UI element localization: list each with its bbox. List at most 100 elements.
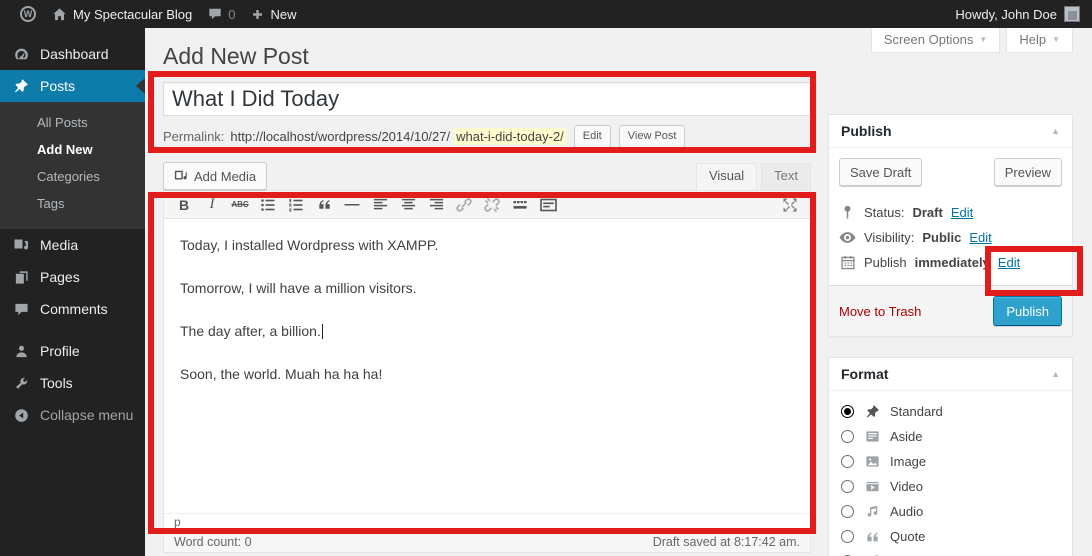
more-tag-icon[interactable] (506, 193, 534, 217)
howdy-account-link[interactable]: Howdy, John Doe (955, 7, 1057, 22)
view-post-button[interactable]: View Post (619, 125, 686, 148)
format-option-label: Image (890, 454, 926, 469)
sidebar-item-label: Tools (40, 375, 73, 391)
sidebar-item-label: Profile (40, 343, 80, 359)
radio-unchecked[interactable] (841, 505, 854, 518)
collapse-toggle-icon[interactable]: ▲ (1051, 369, 1060, 379)
add-media-icon (174, 169, 188, 183)
numbered-list-icon[interactable] (282, 193, 310, 217)
screen-options-label: Screen Options (884, 32, 974, 47)
align-right-icon[interactable] (422, 193, 450, 217)
radio-unchecked[interactable] (841, 530, 854, 543)
format-box-title: Format (841, 366, 888, 382)
format-option-image[interactable]: Image (841, 449, 1060, 474)
chevron-down-icon: ▼ (979, 35, 987, 44)
wordpress-logo-icon: W (20, 6, 36, 22)
add-media-button[interactable]: Add Media (163, 162, 267, 190)
editor-paragraph: Soon, the world. Muah ha ha ha! (180, 366, 794, 382)
save-draft-button[interactable]: Save Draft (839, 158, 922, 186)
horizontal-rule-icon[interactable]: — (338, 193, 366, 217)
avatar[interactable] (1064, 6, 1080, 22)
help-button[interactable]: Help ▼ (1006, 28, 1073, 53)
add-media-label: Add Media (194, 169, 256, 184)
collapse-menu-label: Collapse menu (40, 407, 133, 423)
submenu-item-all-posts[interactable]: All Posts (0, 109, 145, 136)
format-option-label: Aside (890, 429, 923, 444)
bold-icon[interactable]: B (170, 193, 198, 217)
sidebar-item-label: Posts (40, 78, 75, 94)
align-left-icon[interactable] (366, 193, 394, 217)
publish-box-header[interactable]: Publish ▲ (829, 115, 1072, 148)
blockquote-icon[interactable] (310, 193, 338, 217)
format-option-video[interactable]: Video (841, 474, 1060, 499)
schedule-label: Publish (864, 255, 907, 270)
format-option-standard[interactable]: Standard (841, 399, 1060, 424)
screen-options-button[interactable]: Screen Options ▼ (871, 28, 1001, 53)
format-option-label: Quote (890, 529, 925, 544)
move-to-trash-link[interactable]: Move to Trash (839, 304, 921, 319)
sidebar-item-profile[interactable]: Profile (0, 335, 145, 367)
wordpress-menu-button[interactable]: W (12, 0, 44, 28)
preview-button[interactable]: Preview (994, 158, 1062, 186)
publish-button[interactable]: Publish (993, 296, 1062, 326)
distraction-free-icon[interactable] (776, 193, 804, 217)
radio-unchecked[interactable] (841, 430, 854, 443)
bulleted-list-icon[interactable] (254, 193, 282, 217)
submenu-item-add-new[interactable]: Add New (0, 136, 145, 163)
strikethrough-icon[interactable]: ABC (226, 193, 254, 217)
collapse-menu-button[interactable]: Collapse menu (0, 399, 145, 431)
link-icon[interactable] (450, 193, 478, 217)
format-option-link[interactable]: Link (841, 549, 1060, 556)
collapse-toggle-icon[interactable]: ▲ (1051, 126, 1060, 136)
sidebar-item-pages[interactable]: Pages (0, 261, 145, 293)
eye-icon (839, 231, 856, 244)
sidebar-item-tools[interactable]: Tools (0, 367, 145, 399)
sidebar-item-dashboard[interactable]: Dashboard (0, 38, 145, 70)
comments-admin-button[interactable]: 0 (200, 0, 243, 28)
word-count-value: 0 (245, 535, 252, 549)
status-label: Status: (864, 205, 904, 220)
sidebar-item-label: Dashboard (40, 46, 109, 62)
sidebar-item-media[interactable]: Media (0, 229, 145, 261)
edit-schedule-link[interactable]: Edit (998, 255, 1020, 270)
format-option-aside[interactable]: Aside (841, 424, 1060, 449)
tab-text[interactable]: Text (761, 163, 811, 190)
toolbar-toggle-icon[interactable] (534, 193, 562, 217)
edit-permalink-button[interactable]: Edit (574, 125, 611, 148)
submenu-item-tags[interactable]: Tags (0, 190, 145, 217)
format-box-header[interactable]: Format ▲ (829, 358, 1072, 391)
sidebar-item-posts[interactable]: Posts (0, 70, 145, 102)
submenu-item-categories[interactable]: Categories (0, 163, 145, 190)
align-center-icon[interactable] (394, 193, 422, 217)
permalink-slug: what-i-did-today-2/ (454, 128, 566, 145)
editor-paragraph: Tomorrow, I will have a million visitors… (180, 280, 794, 296)
sidebar-item-comments[interactable]: Comments (0, 293, 145, 325)
aside-icon (863, 429, 881, 444)
video-icon (863, 479, 881, 494)
active-menu-arrow (136, 78, 145, 94)
chevron-down-icon: ▼ (1052, 35, 1060, 44)
help-label: Help (1019, 32, 1046, 47)
new-content-button[interactable]: New (243, 0, 304, 28)
site-name-button[interactable]: My Spectacular Blog (44, 0, 200, 28)
format-option-audio[interactable]: Audio (841, 499, 1060, 524)
unlink-icon[interactable] (478, 193, 506, 217)
italic-icon[interactable]: I (198, 193, 226, 217)
post-title-input[interactable] (163, 82, 811, 116)
editor-content[interactable]: Today, I installed Wordpress with XAMPP.… (164, 219, 810, 513)
format-option-quote[interactable]: Quote (841, 524, 1060, 549)
radio-unchecked[interactable] (841, 480, 854, 493)
edit-status-link[interactable]: Edit (951, 205, 973, 220)
word-count: Word count: 0 (174, 535, 252, 549)
comment-count: 0 (228, 7, 235, 22)
dashboard-icon (12, 46, 30, 63)
post-status-icon (839, 205, 856, 220)
page-title: Add New Post (163, 42, 811, 70)
sidebar-item-label: Pages (40, 269, 80, 285)
tab-visual[interactable]: Visual (696, 163, 757, 190)
pages-icon (12, 270, 30, 285)
edit-visibility-link[interactable]: Edit (969, 230, 991, 245)
word-count-label: Word count: (174, 535, 241, 549)
radio-unchecked[interactable] (841, 455, 854, 468)
radio-checked[interactable] (841, 405, 854, 418)
